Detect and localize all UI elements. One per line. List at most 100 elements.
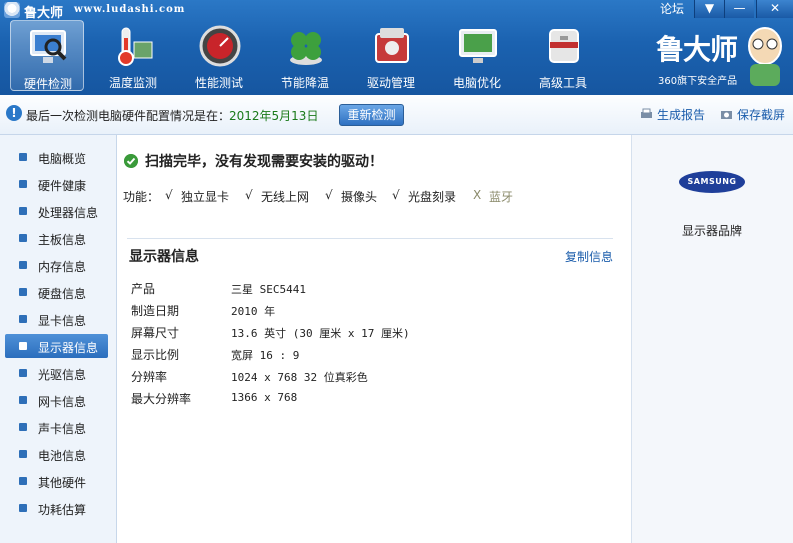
info-label: 产品 [131, 282, 156, 296]
sidebar-item-label: 电池信息 [38, 449, 87, 463]
sidebar-item-other[interactable]: 其他硬件 [5, 469, 108, 493]
features-label: 功能： [123, 190, 160, 204]
sidebar-item-label: 功耗估算 [38, 503, 87, 517]
app-url: www.ludashi.com [74, 4, 186, 15]
bullet-icon [19, 288, 27, 296]
thermometer-icon [118, 27, 153, 66]
toolbar-advanced-tools[interactable]: 高级工具 [526, 20, 600, 91]
sidebar-item-label: 网卡信息 [38, 395, 87, 409]
info-label: 制造日期 [131, 304, 180, 318]
toolbar-label: 高级工具 [538, 76, 587, 90]
sidebar-item-label: 显卡信息 [38, 314, 87, 328]
sidebar-item-label: 硬件健康 [38, 179, 87, 193]
monitor-magnifier-icon [30, 30, 67, 63]
bullet-icon [19, 396, 27, 404]
feature-camera: 摄像头 [341, 190, 378, 204]
toolbar-label: 温度监测 [108, 76, 157, 90]
sidebar-item-power[interactable]: 功耗估算 [5, 496, 108, 520]
feature-mark: X [473, 188, 482, 202]
save-screenshot-link[interactable]: 保存截屏 [720, 106, 785, 123]
bullet-icon [19, 369, 27, 377]
sidebar-item-overview[interactable]: 电脑概览 [5, 145, 108, 169]
sidebar-item-cpu[interactable]: 处理器信息 [5, 199, 108, 223]
sidebar-item-battery[interactable]: 电池信息 [5, 442, 108, 466]
toolbar-energy[interactable]: 节能降温 [268, 20, 342, 91]
speedometer-icon [199, 25, 241, 67]
sidebar-item-optical[interactable]: 光驱信息 [5, 361, 108, 385]
mascot-icon [748, 27, 782, 86]
scan-result-message: 扫描完毕，没有发现需要安装的驱动！ [145, 154, 383, 170]
feature-wifi: 无线上网 [261, 190, 310, 204]
toolbar-label: 驱动管理 [366, 76, 415, 90]
last-check-label: 最后一次检测电脑硬件配置情况是在： [26, 109, 231, 123]
close-button[interactable]: ✕ [756, 0, 793, 18]
toolbox-icon [549, 29, 579, 63]
sidebar-item-monitor[interactable]: 显示器信息 [5, 334, 108, 358]
recheck-button[interactable]: 重新检测 [339, 104, 404, 126]
window-menu-button[interactable]: ▼ [694, 0, 724, 18]
sidebar-item-gpu[interactable]: 显卡信息 [5, 307, 108, 331]
save-screenshot-label: 保存截屏 [737, 108, 786, 122]
bullet-icon [19, 450, 27, 458]
feature-mark: √ [392, 188, 400, 202]
toolbar-label: 性能测试 [194, 76, 243, 90]
bullet-icon [19, 423, 27, 431]
printer-icon [641, 108, 652, 118]
info-value: 宽屏 16 : 9 [231, 349, 300, 362]
driver-box-icon [375, 28, 409, 63]
main-panel: 扫描完毕，没有发现需要安装的驱动！ 功能： √ 独立显卡 √ 无线上网 √ 摄像… [117, 135, 630, 543]
sidebar: 电脑概览 硬件健康 处理器信息 主板信息 内存信息 硬盘信息 显卡信息 显示器信… [0, 135, 117, 543]
toolbar-hardware-check[interactable]: 硬件检测 [10, 20, 84, 91]
sidebar-item-label: 显示器信息 [38, 341, 99, 355]
right-panel: SAMSUNG 显示器品牌 [631, 135, 793, 543]
forum-link[interactable]: 论坛 [660, 0, 684, 17]
toolbar-temperature[interactable]: 温度监测 [96, 20, 170, 91]
toolbar-optimize[interactable]: 电脑优化 [440, 20, 514, 91]
toolbar-driver[interactable]: 驱动管理 [354, 20, 428, 91]
bullet-icon [19, 261, 27, 269]
info-value: 13.6 英寸 (30 厘米 x 17 厘米) [231, 327, 410, 340]
monitor-brand-caption: 显示器品牌 [682, 224, 743, 238]
sidebar-item-memory[interactable]: 内存信息 [5, 253, 108, 277]
sidebar-item-label: 处理器信息 [38, 206, 99, 220]
bullet-icon [19, 234, 27, 242]
generate-report-label: 生成报告 [657, 108, 706, 122]
bullet-icon [19, 342, 27, 350]
toolbar-performance[interactable]: 性能测试 [182, 20, 256, 91]
info-value: 1366 x 768 [231, 391, 298, 404]
info-label: 分辨率 [131, 370, 168, 384]
info-value: 三星 SEC5441 [231, 283, 306, 296]
sidebar-item-label: 声卡信息 [38, 422, 87, 436]
minimize-button[interactable]: — [724, 0, 754, 18]
app-title: 鲁大师 [24, 6, 64, 21]
info-label: 显示比例 [131, 348, 180, 362]
bullet-icon [19, 207, 27, 215]
info-icon: ! [6, 105, 22, 121]
section-title: 显示器信息 [129, 249, 199, 265]
last-check-date: 2012年5月13日 [229, 109, 319, 123]
brand-name: 鲁大师 [656, 33, 738, 66]
feature-discrete-gpu: 独立显卡 [181, 190, 230, 204]
sidebar-item-label: 电脑概览 [38, 152, 87, 166]
generate-report-link[interactable]: 生成报告 [640, 106, 705, 123]
sidebar-item-health[interactable]: 硬件健康 [5, 172, 108, 196]
brand-subtitle: 360旗下安全产品 [658, 76, 738, 87]
info-label: 最大分辨率 [131, 392, 192, 406]
sidebar-item-motherboard[interactable]: 主板信息 [5, 226, 108, 250]
sidebar-item-disk[interactable]: 硬盘信息 [5, 280, 108, 304]
app-logo-icon [4, 2, 20, 18]
check-circle-icon [124, 154, 138, 168]
sidebar-item-sound[interactable]: 声卡信息 [5, 415, 108, 439]
bullet-icon [19, 180, 27, 188]
sidebar-item-label: 光驱信息 [38, 368, 87, 382]
toolbar-label: 节能降温 [280, 76, 329, 90]
feature-mark: √ [325, 188, 333, 202]
copy-info-link[interactable]: 复制信息 [565, 248, 613, 265]
info-value: 1024 x 768 32 位真彩色 [231, 371, 368, 384]
toolbar-label: 硬件检测 [23, 77, 72, 91]
status-bar: ! 最后一次检测电脑硬件配置情况是在： 2012年5月13日 重新检测 生成报告… [0, 95, 793, 135]
info-label: 屏幕尺寸 [131, 326, 180, 340]
sidebar-item-network[interactable]: 网卡信息 [5, 388, 108, 412]
section-divider [127, 238, 613, 239]
bullet-icon [19, 477, 27, 485]
